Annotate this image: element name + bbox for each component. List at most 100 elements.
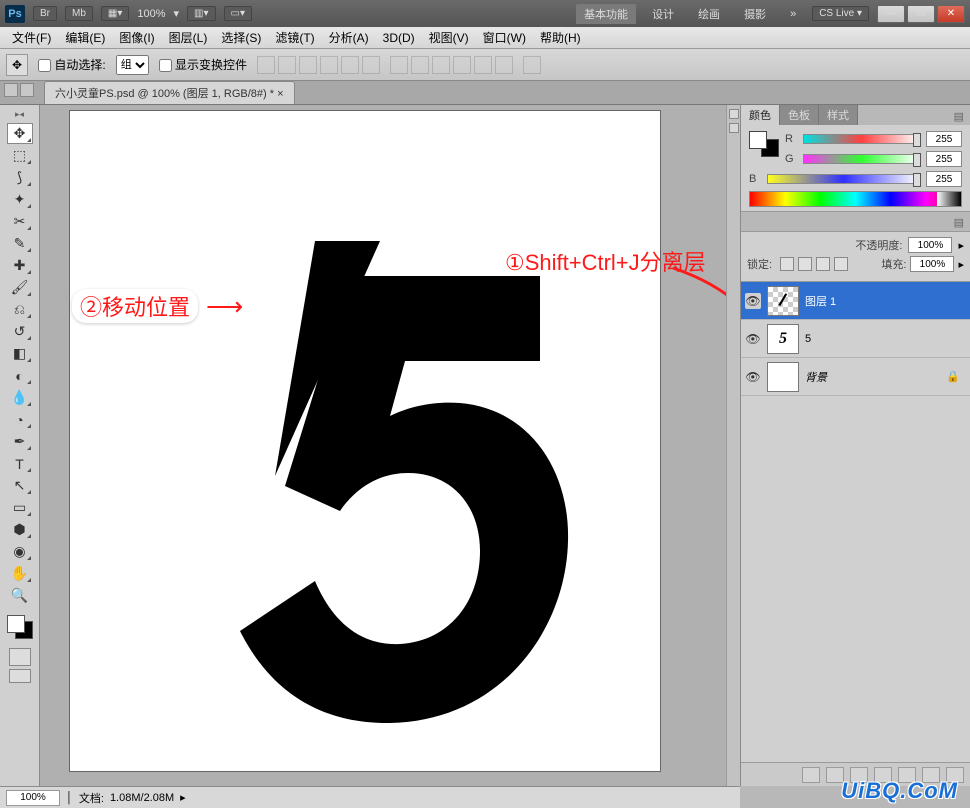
show-transform-checkbox[interactable]: 显示变换控件 [159, 56, 247, 73]
layer-thumbnail[interactable]: / [767, 286, 799, 316]
arrange-button[interactable]: ▥▾ [187, 6, 215, 21]
move-tool[interactable]: ✥ [7, 123, 33, 144]
screenmode-button[interactable]: ▭▾ [224, 6, 252, 21]
distribute-icon[interactable] [474, 56, 492, 74]
workspace-photography[interactable]: 摄影 [736, 4, 774, 24]
path-tool[interactable]: ↖ [7, 475, 33, 496]
layer-thumbnail[interactable] [767, 362, 799, 392]
3d-camera-tool[interactable]: ◉ [7, 541, 33, 562]
menu-layer[interactable]: 图层(L) [163, 27, 214, 48]
color-swatches[interactable] [5, 613, 35, 641]
eyedropper-tool[interactable]: ✎ [7, 233, 33, 254]
panel-swatch[interactable] [749, 131, 779, 157]
layer-name[interactable]: 5 [805, 333, 966, 345]
hand-tool[interactable]: ✋ [7, 563, 33, 584]
menu-help[interactable]: 帮助(H) [534, 27, 587, 48]
chevron-down-icon[interactable]: ▸ [958, 258, 964, 271]
b-slider[interactable] [767, 174, 920, 184]
align-icon[interactable] [320, 56, 338, 74]
layer-name[interactable]: 背景 [805, 369, 940, 385]
align-icon[interactable] [341, 56, 359, 74]
distribute-icon[interactable] [432, 56, 450, 74]
align-icon[interactable] [257, 56, 275, 74]
zoom-input[interactable] [6, 790, 60, 806]
r-input[interactable] [926, 131, 962, 147]
tab-next-icon[interactable] [20, 83, 34, 97]
lock-position-icon[interactable] [816, 257, 830, 271]
type-tool[interactable]: T [7, 453, 33, 474]
tab-prev-icon[interactable] [4, 83, 18, 97]
visibility-icon[interactable]: 👁 [745, 331, 761, 347]
shape-tool[interactable]: ▭ [7, 497, 33, 518]
visibility-icon[interactable]: 👁 [745, 293, 761, 309]
autoalign-button[interactable] [523, 56, 541, 74]
align-icon[interactable] [299, 56, 317, 74]
opacity-input[interactable] [908, 237, 952, 253]
workspace-essentials[interactable]: 基本功能 [576, 4, 636, 24]
healing-tool[interactable]: ✚ [7, 255, 33, 276]
pen-tool[interactable]: ✒ [7, 431, 33, 452]
layer-row[interactable]: 👁 5 5 [741, 320, 970, 358]
g-slider[interactable] [803, 154, 920, 164]
tab-swatches[interactable]: 色板 [780, 105, 819, 125]
3d-tool[interactable]: ⬢ [7, 519, 33, 540]
collapsed-panel-strip[interactable] [726, 105, 740, 786]
marquee-tool[interactable]: ⬚ [7, 145, 33, 166]
history-brush-tool[interactable]: ↺ [7, 321, 33, 342]
blur-tool[interactable]: 💧 [7, 387, 33, 408]
close-button[interactable]: ✕ [937, 5, 965, 23]
workspace-painting[interactable]: 绘画 [690, 4, 728, 24]
spectrum-bar[interactable] [749, 191, 962, 207]
r-slider[interactable] [803, 134, 920, 144]
lock-all-icon[interactable] [834, 257, 848, 271]
menu-window[interactable]: 窗口(W) [477, 27, 532, 48]
brush-tool[interactable]: 🖌 [7, 277, 33, 298]
workspace-design[interactable]: 设计 [644, 4, 682, 24]
menu-3d[interactable]: 3D(D) [377, 29, 421, 47]
b-input[interactable] [926, 171, 962, 187]
chevron-down-icon[interactable]: ▸ [958, 239, 964, 252]
menu-analysis[interactable]: 分析(A) [323, 27, 375, 48]
auto-select-checkbox[interactable]: 自动选择: [38, 56, 106, 73]
auto-select-type[interactable]: 组 [116, 55, 149, 75]
toolbox-grip[interactable]: ▸◂ [15, 109, 24, 120]
menu-image[interactable]: 图像(I) [113, 27, 160, 48]
eraser-tool[interactable]: ◧ [7, 343, 33, 364]
canvas-area[interactable]: ①Shift+Ctrl+J分离层 ②移动位置 ⟶ [40, 105, 740, 786]
tab-color[interactable]: 颜色 [741, 105, 780, 125]
quickmask-button[interactable] [9, 648, 31, 666]
document-canvas[interactable] [70, 111, 660, 771]
dodge-tool[interactable]: ◔ [7, 409, 33, 430]
workspace-more[interactable]: » [782, 6, 804, 22]
document-tab[interactable]: 六小灵童PS.psd @ 100% (图层 1, RGB/8#) * × [44, 81, 295, 104]
zoom-dropdown-icon[interactable]: ▾ [174, 7, 180, 20]
minibridge-button[interactable]: Mb [65, 6, 93, 21]
align-icon[interactable] [278, 56, 296, 74]
viewextras-button[interactable]: ▦▾ [101, 6, 129, 21]
tab-styles[interactable]: 样式 [819, 105, 858, 125]
align-icon[interactable] [362, 56, 380, 74]
menu-edit[interactable]: 编辑(E) [59, 27, 111, 48]
status-menu-icon[interactable]: ▸ [180, 791, 186, 804]
visibility-icon[interactable]: 👁 [745, 369, 761, 385]
distribute-icon[interactable] [390, 56, 408, 74]
bridge-button[interactable]: Br [33, 6, 57, 21]
zoom-level[interactable]: 100% [137, 8, 165, 20]
cslive-button[interactable]: CS Live ▾ [812, 6, 869, 21]
maximize-button[interactable]: ▭ [907, 5, 935, 23]
layer-name[interactable]: 图层 1 [805, 293, 966, 309]
lock-pixels-icon[interactable] [798, 257, 812, 271]
g-input[interactable] [926, 151, 962, 167]
layer-thumbnail[interactable]: 5 [767, 324, 799, 354]
gradient-tool[interactable]: ◐ [7, 365, 33, 386]
lasso-tool[interactable]: ⟆ [7, 167, 33, 188]
layer-row[interactable]: 👁 / 图层 1 [741, 282, 970, 320]
wand-tool[interactable]: ✦ [7, 189, 33, 210]
minimize-button[interactable]: — [877, 5, 905, 23]
panel-menu-icon[interactable]: ▤ [948, 108, 970, 125]
distribute-icon[interactable] [495, 56, 513, 74]
menu-select[interactable]: 选择(S) [215, 27, 267, 48]
stamp-tool[interactable]: ⎌ [7, 299, 33, 320]
distribute-icon[interactable] [411, 56, 429, 74]
menu-file[interactable]: 文件(F) [6, 27, 57, 48]
